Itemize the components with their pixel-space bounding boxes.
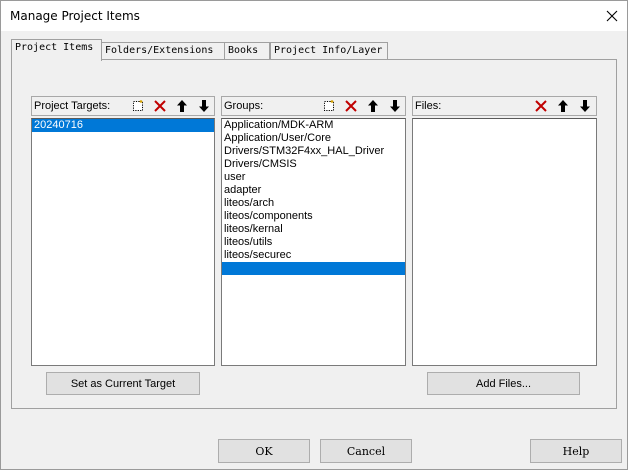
project-targets-list[interactable]: 20240716 (31, 118, 215, 366)
close-button[interactable] (597, 1, 627, 31)
tab-project-items[interactable]: Project Items (11, 39, 102, 61)
delete-icon (345, 100, 357, 112)
groups-label: Groups: (224, 100, 264, 112)
window-title: Manage Project Items (10, 9, 140, 23)
list-item[interactable]: Drivers/CMSIS (222, 158, 405, 171)
new-group-button[interactable] (319, 97, 339, 115)
delete-target-button[interactable] (150, 97, 170, 115)
files-label: Files: (415, 100, 442, 112)
delete-group-button[interactable] (341, 97, 361, 115)
project-targets-label: Project Targets: (34, 100, 111, 112)
list-item[interactable]: liteos/securec (222, 249, 405, 262)
groups-header: Groups: (221, 96, 406, 116)
move-down-icon (390, 100, 400, 112)
list-item[interactable]: 20240716 (32, 119, 214, 132)
move-group-up-button[interactable] (363, 97, 383, 115)
delete-icon (154, 100, 166, 112)
add-files-button[interactable]: Add Files... (427, 372, 580, 395)
help-button[interactable]: Help (530, 439, 622, 463)
move-group-down-button[interactable] (385, 97, 405, 115)
delete-icon (535, 100, 547, 112)
list-item[interactable]: Application/MDK-ARM (222, 119, 405, 132)
list-item[interactable]: liteos/components (222, 210, 405, 223)
new-item-icon (133, 100, 143, 111)
close-icon (606, 10, 618, 22)
list-item[interactable]: liteos/arch (222, 197, 405, 210)
move-up-icon (368, 100, 378, 112)
ok-button[interactable]: OK (218, 439, 310, 463)
files-header: Files: (412, 96, 597, 116)
list-item[interactable]: adapter (222, 184, 405, 197)
new-target-button[interactable] (128, 97, 148, 115)
move-up-icon (558, 100, 568, 112)
set-current-target-button[interactable]: Set as Current Target (46, 372, 200, 395)
list-item[interactable]: Drivers/STM32F4xx_HAL_Driver (222, 145, 405, 158)
tab-books[interactable]: Books (224, 42, 270, 60)
move-target-down-button[interactable] (194, 97, 214, 115)
tab-project-info-layer[interactable]: Project Info/Layer (270, 42, 388, 60)
title-bar: Manage Project Items (1, 1, 627, 31)
move-down-icon (199, 100, 209, 112)
project-targets-header: Project Targets: (31, 96, 215, 116)
manage-project-items-dialog: Manage Project Items Project Items Folde… (0, 0, 628, 470)
list-item[interactable]: liteos/kernal (222, 223, 405, 236)
tab-folders-extensions[interactable]: Folders/Extensions (101, 42, 225, 60)
move-up-icon (177, 100, 187, 112)
list-item[interactable]: user (222, 171, 405, 184)
files-list[interactable] (412, 118, 597, 366)
list-item[interactable]: Application/User/Core (222, 132, 405, 145)
move-down-icon (580, 100, 590, 112)
move-target-up-button[interactable] (172, 97, 192, 115)
groups-list[interactable]: Application/MDK-ARM Application/User/Cor… (221, 118, 406, 366)
cancel-button[interactable]: Cancel (320, 439, 412, 463)
new-item-icon (324, 100, 334, 111)
move-file-down-button[interactable] (575, 97, 595, 115)
delete-file-button[interactable] (531, 97, 551, 115)
move-file-up-button[interactable] (553, 97, 573, 115)
list-item[interactable]: liteos/utils (222, 236, 405, 249)
list-item-editing[interactable] (222, 262, 405, 275)
